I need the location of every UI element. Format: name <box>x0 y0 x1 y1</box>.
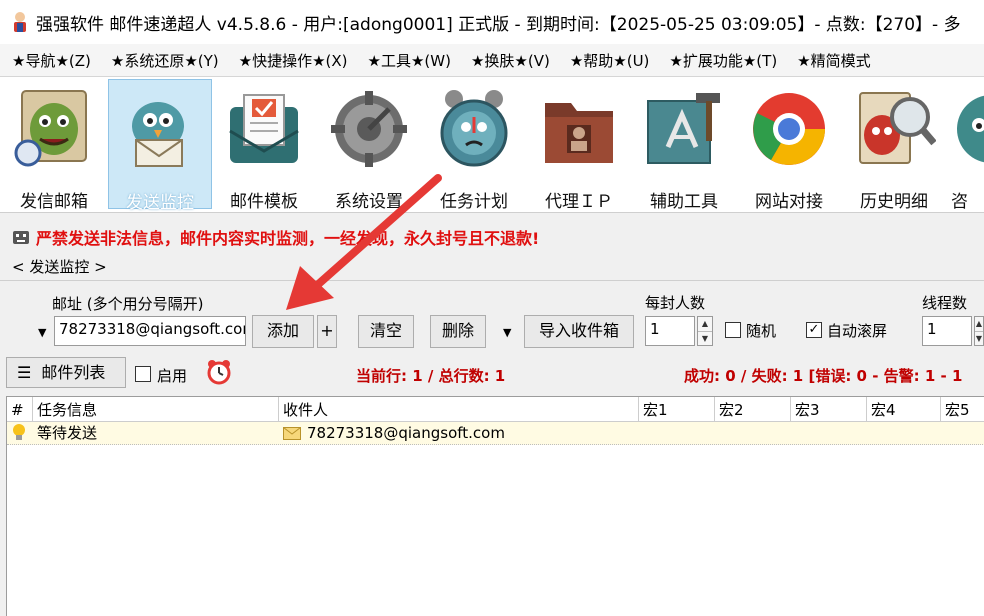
proxy-folder-icon <box>545 103 613 163</box>
enable-label: 启用 <box>157 367 188 385</box>
gear-icon <box>331 91 407 167</box>
menu-simple-mode[interactable]: ★精简模式 <box>787 50 880 71</box>
address-dropdown-arrow[interactable]: ▼ <box>38 326 46 339</box>
import-dropdown-arrow[interactable]: ▼ <box>503 326 511 339</box>
tool-consult[interactable]: 咨 <box>947 79 984 209</box>
alarm-clock-small-icon[interactable] <box>207 359 231 385</box>
history-icon <box>859 92 936 164</box>
autoscroll-checkbox[interactable]: ✓ <box>806 322 822 338</box>
tools-icon <box>647 93 720 164</box>
table-row[interactable]: 等待发送 78273318@qiangsoft.com <box>7 422 984 445</box>
list-icon: ☰ <box>17 363 32 382</box>
menu-bar: ★导航★(Z) ★系统还原★(Y) ★快捷操作★(X) ★工具★(W) ★换肤★… <box>0 44 984 77</box>
tool-send-monitor[interactable]: 发送监控 <box>108 79 212 212</box>
random-label: 随机 <box>746 322 777 340</box>
mail-grid: # 任务信息 收件人 宏1 宏2 宏3 宏4 宏5 等待发送 78273318@… <box>6 396 984 616</box>
tool-consult-label: 咨 <box>951 192 968 209</box>
robot-face-icon <box>13 231 29 244</box>
menu-extensions[interactable]: ★扩展功能★(T) <box>659 50 787 71</box>
clear-button[interactable]: 清空 <box>358 315 414 348</box>
column-macro-2[interactable]: 宏2 <box>715 397 791 421</box>
bird-envelope-icon <box>132 102 184 167</box>
app-logo-icon <box>14 12 26 32</box>
address-label: 邮址 (多个用分号隔开) <box>52 295 204 313</box>
section-title: < 发送监控 > <box>12 258 107 276</box>
column-macro-1[interactable]: 宏1 <box>639 397 715 421</box>
browser-icon <box>753 93 825 165</box>
mail-list-button[interactable]: ☰ 邮件列表 <box>6 357 126 388</box>
section-divider <box>0 280 984 281</box>
per-mail-label: 每封人数 <box>645 294 706 312</box>
menu-navigation[interactable]: ★导航★(Z) <box>0 50 101 71</box>
autoscroll-label: 自动滚屏 <box>827 322 888 340</box>
tool-mailbox[interactable]: 发信邮箱 <box>2 79 106 212</box>
threads-stepper[interactable]: ▲ ▼ <box>974 316 984 346</box>
menu-tools[interactable]: ★工具★(W) <box>358 50 461 71</box>
grid-header: # 任务信息 收件人 宏1 宏2 宏3 宏4 宏5 <box>7 397 984 422</box>
add-button[interactable]: 添加 <box>252 315 314 348</box>
plus-button[interactable]: + <box>317 315 337 348</box>
column-index[interactable]: # <box>7 397 33 421</box>
import-inbox-button[interactable]: 导入收件箱 <box>524 315 634 348</box>
threads-label: 线程数 <box>922 294 968 312</box>
title-bar: 强强软件 邮件速递超人 v4.5.8.6 - 用户:[adong0001] 正式… <box>0 0 984 44</box>
menu-quick-actions[interactable]: ★快捷操作★(X) <box>229 50 358 71</box>
row-recipient: 78273318@qiangsoft.com <box>307 424 505 442</box>
tool-history[interactable]: 历史明细 <box>842 79 946 212</box>
mail-list-label: 邮件列表 <box>41 363 106 382</box>
column-recipient[interactable]: 收件人 <box>279 397 639 421</box>
delete-button[interactable]: 删除 <box>430 315 486 348</box>
mailbox-monster-icon <box>14 90 87 167</box>
tool-proxy-ip[interactable]: 代理ＩＰ <box>527 79 631 212</box>
tool-helper-tools[interactable]: 辅助工具 <box>632 79 736 212</box>
envelope-icon <box>283 427 301 440</box>
menu-skin[interactable]: ★换肤★(V) <box>461 50 560 71</box>
tool-helper-tools-label: 辅助工具 <box>650 192 718 212</box>
tool-mailbox-label: 发信邮箱 <box>20 192 88 212</box>
window-title: 强强软件 邮件速递超人 v4.5.8.6 - 用户:[adong0001] 正式… <box>36 14 961 35</box>
main-toolbar: 发信邮箱 发送监控 邮件模板 系统设置 任务计划 代理ＩＰ 辅助工具 网站对接 … <box>0 77 984 213</box>
tool-send-monitor-label: 发送监控 <box>126 193 194 213</box>
menu-help[interactable]: ★帮助★(U) <box>560 50 660 71</box>
column-macro-4[interactable]: 宏4 <box>867 397 941 421</box>
current-line-status: 当前行: 1 / 总行数: 1 <box>356 367 506 385</box>
threads-input[interactable]: 1 <box>922 316 972 346</box>
lightbulb-icon <box>13 424 25 440</box>
row-task-status: 等待发送 <box>37 424 98 442</box>
tool-site-integration[interactable]: 网站对接 <box>737 79 841 212</box>
per-mail-stepper[interactable]: ▲ ▼ <box>697 316 713 346</box>
mail-template-icon <box>229 94 299 163</box>
consult-icon <box>957 95 984 163</box>
column-macro-3[interactable]: 宏3 <box>791 397 867 421</box>
column-task-info[interactable]: 任务信息 <box>33 397 279 421</box>
per-mail-input[interactable]: 1 <box>645 316 695 346</box>
tool-history-label: 历史明细 <box>860 192 928 212</box>
column-macro-5[interactable]: 宏5 <box>941 397 984 421</box>
warning-bar: 严禁发送非法信息，邮件内容实时监测，一经发现，永久封号且不退款! <box>0 222 984 252</box>
menu-system-restore[interactable]: ★系统还原★(Y) <box>101 50 229 71</box>
alarm-clock-icon <box>440 90 508 167</box>
result-status: 成功: 0 / 失败: 1 [错误: 0 - 告警: 1 - 1 <box>684 367 963 385</box>
address-input[interactable]: 78273318@qiangsoft.com <box>54 316 246 346</box>
enable-checkbox[interactable] <box>135 366 151 382</box>
tool-site-integration-label: 网站对接 <box>755 192 823 212</box>
tool-proxy-ip-label: 代理ＩＰ <box>545 192 613 212</box>
random-checkbox[interactable] <box>725 322 741 338</box>
annotation-arrow-icon <box>286 174 442 310</box>
